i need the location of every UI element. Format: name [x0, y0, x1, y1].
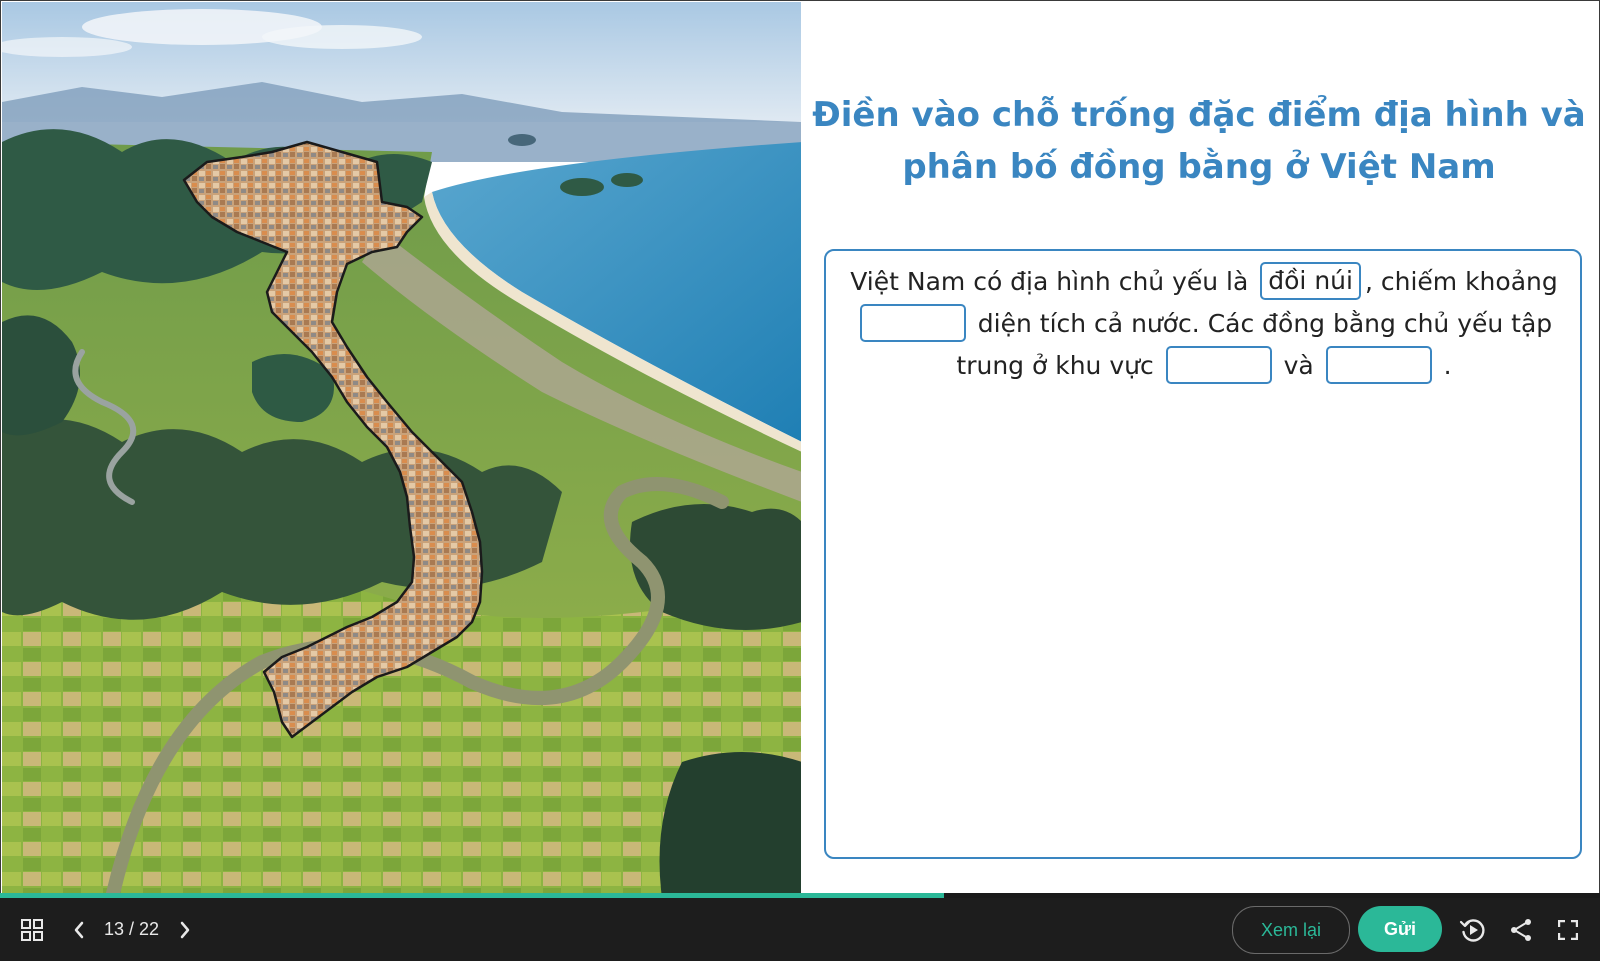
blank-answer-2[interactable]	[859, 304, 966, 342]
review-button[interactable]: Xem lại	[1232, 906, 1350, 954]
slide-frame: Điền vào chỗ trống đặc điểm địa hình và …	[0, 0, 1600, 897]
sentence-part-2: , chiếm khoảng	[1364, 267, 1558, 296]
share-icon[interactable]	[1508, 898, 1534, 961]
blank-answer-3[interactable]	[1165, 346, 1272, 384]
sentence-part-5: .	[1443, 351, 1452, 380]
replay-icon[interactable]	[1458, 898, 1488, 961]
bottom-toolbar: 13 / 22 Xem lại Gửi	[0, 898, 1600, 961]
grid-icon[interactable]	[16, 898, 48, 961]
fullscreen-icon[interactable]	[1556, 898, 1580, 961]
submit-button[interactable]: Gửi	[1358, 906, 1442, 952]
sentence-part-4: và	[1283, 351, 1314, 380]
slide-counter: 13 / 22	[104, 919, 160, 939]
chevron-left-icon[interactable]	[68, 898, 90, 961]
fill-in-paragraph: Việt Nam có địa hình chủ yếu là đồi núi,…	[840, 261, 1568, 387]
landscape-photo	[2, 2, 801, 896]
blank-answer-1[interactable]: đồi núi	[1260, 262, 1361, 300]
blank-answer-4[interactable]	[1325, 346, 1432, 384]
question-card: Việt Nam có địa hình chủ yếu là đồi núi,…	[824, 249, 1582, 859]
sentence-part-1: Việt Nam có địa hình chủ yếu là	[850, 267, 1249, 296]
landscape-illustration	[2, 2, 801, 896]
chevron-right-icon[interactable]	[174, 898, 196, 961]
question-title: Điền vào chỗ trống đặc điểm địa hình và …	[812, 95, 1586, 187]
